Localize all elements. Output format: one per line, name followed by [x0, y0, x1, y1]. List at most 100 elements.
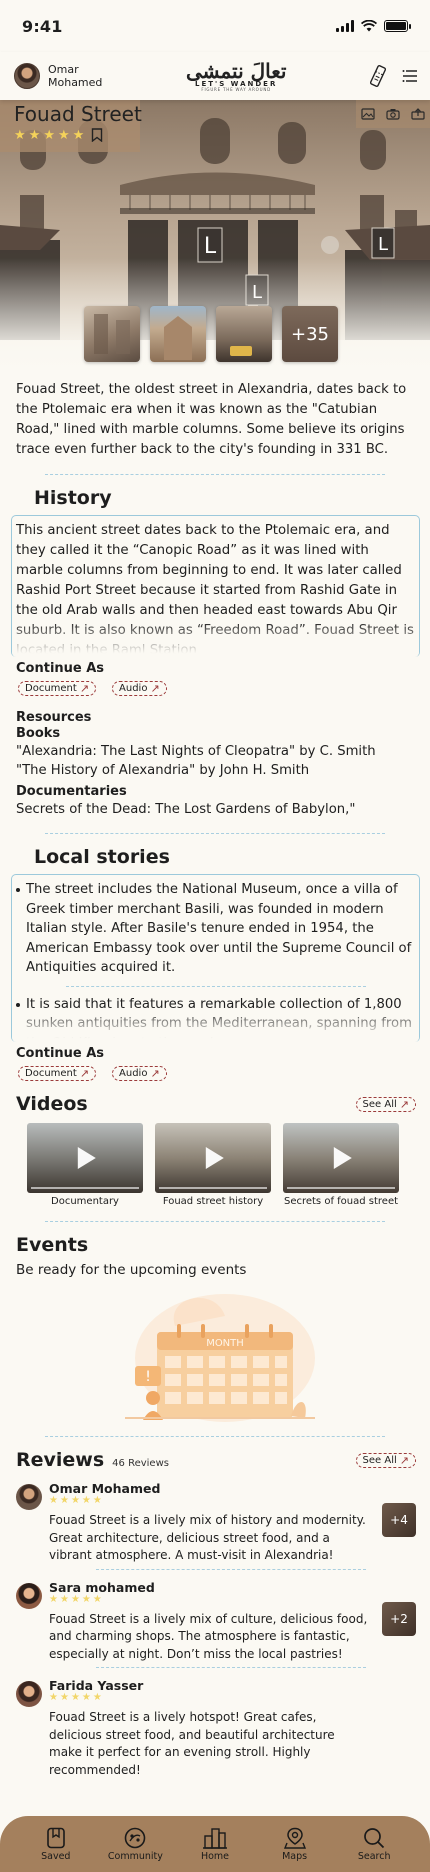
- calendar-illustration: MONTH !: [125, 1294, 315, 1422]
- gallery-thumb[interactable]: [84, 306, 140, 362]
- reviews-header: Reviews 46 Reviews See All ↗: [0, 1449, 430, 1471]
- header-actions: [369, 65, 418, 87]
- section-divider: [45, 1436, 385, 1437]
- stories-continue: Continue As Document ↗ Audio ↗: [0, 1042, 430, 1081]
- nav-search[interactable]: Search: [344, 1827, 404, 1862]
- play-icon[interactable]: [205, 1147, 224, 1169]
- community-icon: [125, 1827, 146, 1848]
- review-stars: ★ ★ ★ ★ ★: [49, 1693, 143, 1703]
- review-item: Omar Mohamed ★ ★ ★ ★ ★ Fouad Street is a liv…: [0, 1481, 430, 1570]
- place-description: Fouad Street, the oldest street in Alexa…: [16, 382, 407, 457]
- place-title-box: Fouad Street ★ ★ ★ ★ ★: [0, 100, 142, 152]
- book-item[interactable]: "The History of Alexandria" by John H. S…: [16, 761, 414, 780]
- nav-saved[interactable]: Saved: [26, 1827, 86, 1862]
- reviews-count: 46 Reviews: [112, 1458, 169, 1469]
- local-stories-section: Local stories The street includes the Na…: [0, 846, 430, 1081]
- review-item: Sara mohamed ★ ★ ★ ★ ★ Fouad Street is a liv…: [0, 1580, 430, 1668]
- video-thumbnail[interactable]: [283, 1123, 399, 1193]
- user-profile[interactable]: Omar Mohamed: [14, 63, 102, 89]
- video-thumbnail[interactable]: [27, 1123, 143, 1193]
- bookmark-icon: [46, 1827, 65, 1848]
- section-divider: [45, 1221, 385, 1222]
- camera-icon[interactable]: [386, 108, 400, 120]
- document-button[interactable]: Document ↗: [18, 681, 97, 696]
- review-divider: [96, 1667, 366, 1668]
- bottom-nav: Saved Community Home Maps Search: [0, 1816, 430, 1872]
- share-icon[interactable]: [411, 108, 425, 120]
- nav-maps[interactable]: Maps: [265, 1827, 325, 1862]
- star-icon: ★: [70, 1593, 80, 1605]
- review-divider: [96, 1568, 366, 1570]
- item-divider: [65, 985, 366, 987]
- review-photos-button[interactable]: +4: [382, 1503, 416, 1537]
- play-icon[interactable]: [77, 1147, 96, 1169]
- reviews-heading: Reviews 46 Reviews: [16, 1449, 169, 1471]
- local-stories-box[interactable]: The street includes the National Museum,…: [11, 874, 420, 1042]
- app-logo[interactable]: تعالَ نتمشى LET'S WANDER FIGURE THE WAY …: [186, 61, 286, 92]
- continue-options: Document ↗ Audio ↗: [16, 1066, 430, 1081]
- reviewer-avatar[interactable]: [16, 1484, 42, 1510]
- star-icon: ★: [70, 1692, 80, 1703]
- section-divider: [45, 474, 385, 475]
- text-fade: [12, 1006, 419, 1042]
- video-card[interactable]: Secrets of fouad street: [283, 1123, 399, 1207]
- videos-see-all-button[interactable]: See All ↗: [355, 1096, 416, 1112]
- svg-text:!: !: [145, 1369, 151, 1385]
- documentaries-title: Documentaries: [16, 784, 127, 799]
- status-bar: 9:41: [0, 0, 430, 52]
- review-header: Omar Mohamed ★ ★ ★ ★ ★: [16, 1481, 414, 1510]
- documentary-item[interactable]: Secrets of the Dead: The Lost Gardens of…: [16, 800, 414, 819]
- menu-icon[interactable]: [402, 69, 418, 83]
- user-avatar[interactable]: [14, 63, 40, 89]
- arrow-icon: ↗: [399, 1097, 409, 1111]
- star-icon: ★: [81, 1692, 91, 1703]
- video-card[interactable]: Fouad street history: [155, 1123, 271, 1207]
- audio-button[interactable]: Audio ↗: [112, 1066, 167, 1081]
- status-time: 9:41: [22, 16, 63, 36]
- reviewer-info: Omar Mohamed ★ ★ ★ ★ ★: [49, 1481, 160, 1506]
- bookmark-icon[interactable]: [91, 128, 103, 142]
- reviewer-name: Sara mohamed: [49, 1579, 155, 1595]
- arrow-icon: ↗: [150, 682, 160, 695]
- app-header: Omar Mohamed تعالَ نتمشى LET'S WANDER FI…: [0, 52, 430, 100]
- nav-label: Community: [107, 1850, 163, 1862]
- nav-home[interactable]: Home: [185, 1827, 245, 1862]
- wifi-icon: [361, 20, 377, 32]
- signal-icon: [336, 20, 354, 32]
- arrow-icon: ↗: [399, 1453, 409, 1467]
- audio-button[interactable]: Audio ↗: [112, 681, 167, 696]
- logo-arabic: تعالَ نتمشى: [185, 58, 287, 83]
- star-icon: ★: [43, 127, 55, 143]
- ticket-icon[interactable]: [369, 65, 386, 87]
- review-item: Farida Yasser ★ ★ ★ ★ ★ Fouad Street is a li…: [0, 1678, 430, 1779]
- review-text: Fouad Street is a lively hotspot! Great …: [49, 1710, 335, 1777]
- history-text-box[interactable]: This ancient street dates back to the Pt…: [11, 515, 420, 657]
- reviewer-avatar[interactable]: [16, 1582, 42, 1609]
- review-header: Sara mohamed ★ ★ ★ ★ ★: [16, 1580, 414, 1609]
- arrow-icon: ↗: [150, 1067, 160, 1080]
- nav-community[interactable]: Community: [105, 1827, 165, 1862]
- continue-options: Document ↗ Audio ↗: [16, 681, 430, 696]
- gallery-thumb[interactable]: [216, 306, 272, 362]
- gallery-more[interactable]: +35: [282, 306, 338, 362]
- video-thumbnail[interactable]: [155, 1123, 271, 1193]
- place-rating: ★ ★ ★ ★ ★: [14, 128, 140, 142]
- logo-tagline: FIGURE THE WAY AROUND: [201, 86, 272, 92]
- video-card[interactable]: Documentary: [27, 1123, 143, 1207]
- play-icon[interactable]: [333, 1147, 352, 1169]
- events-title: Events: [16, 1234, 89, 1256]
- videos-section: Videos See All ↗ Documentary Fouad stree…: [0, 1093, 430, 1207]
- map-pin-icon: [283, 1827, 306, 1849]
- document-button[interactable]: Document ↗: [18, 1066, 97, 1081]
- reviewer-avatar[interactable]: [16, 1681, 42, 1707]
- photo-icon[interactable]: [361, 108, 375, 120]
- hero-actions: [356, 100, 430, 128]
- reviews-see-all-button[interactable]: See All ↗: [355, 1452, 416, 1468]
- search-icon: [364, 1827, 385, 1848]
- events-section: Events Be ready for the upcoming events …: [0, 1234, 430, 1426]
- video-caption: Secrets of fouad street: [283, 1196, 399, 1207]
- review-stars: ★ ★ ★ ★ ★: [49, 1593, 155, 1605]
- gallery-thumb[interactable]: [150, 306, 206, 362]
- review-photos-button[interactable]: +2: [382, 1601, 416, 1636]
- book-item[interactable]: "Alexandria: The Last Nights of Cleopatr…: [16, 742, 414, 761]
